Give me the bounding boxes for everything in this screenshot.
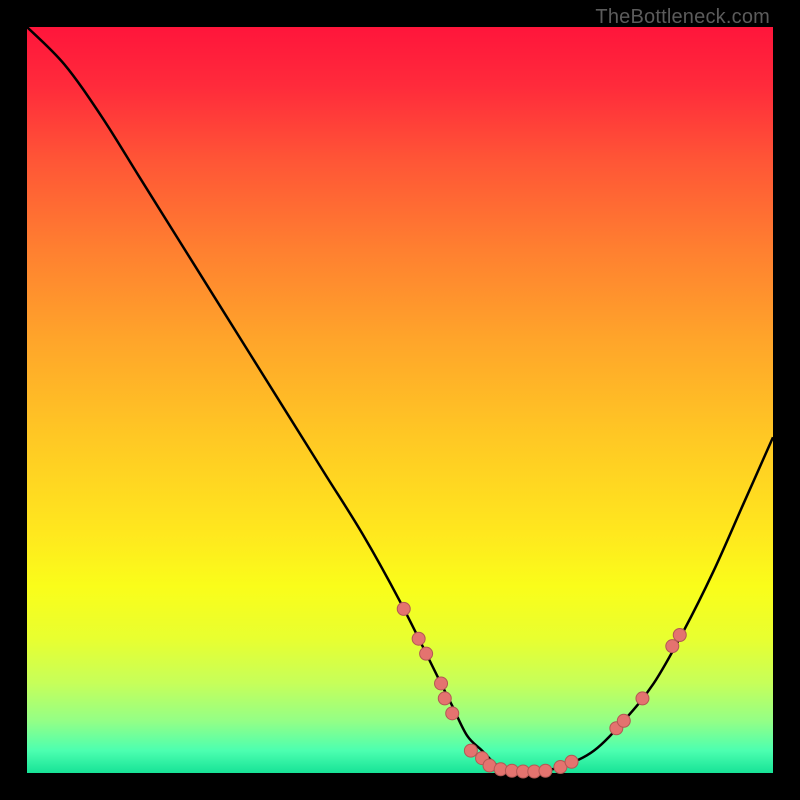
data-point: [636, 692, 649, 705]
plot-area: [27, 27, 773, 773]
data-point: [397, 602, 410, 615]
watermark-text: TheBottleneck.com: [595, 6, 770, 29]
chart-svg: [27, 27, 773, 773]
chart-frame: TheBottleneck.com: [0, 0, 800, 800]
data-point: [438, 692, 451, 705]
data-point: [464, 744, 477, 757]
data-point: [666, 640, 679, 653]
data-point: [565, 755, 578, 768]
bottleneck-curve: [27, 27, 773, 774]
data-point: [412, 632, 425, 645]
data-point: [446, 707, 459, 720]
data-point: [617, 714, 630, 727]
data-point: [420, 647, 433, 660]
data-points: [397, 602, 686, 778]
data-point: [539, 764, 552, 777]
data-point: [673, 628, 686, 641]
data-point: [435, 677, 448, 690]
